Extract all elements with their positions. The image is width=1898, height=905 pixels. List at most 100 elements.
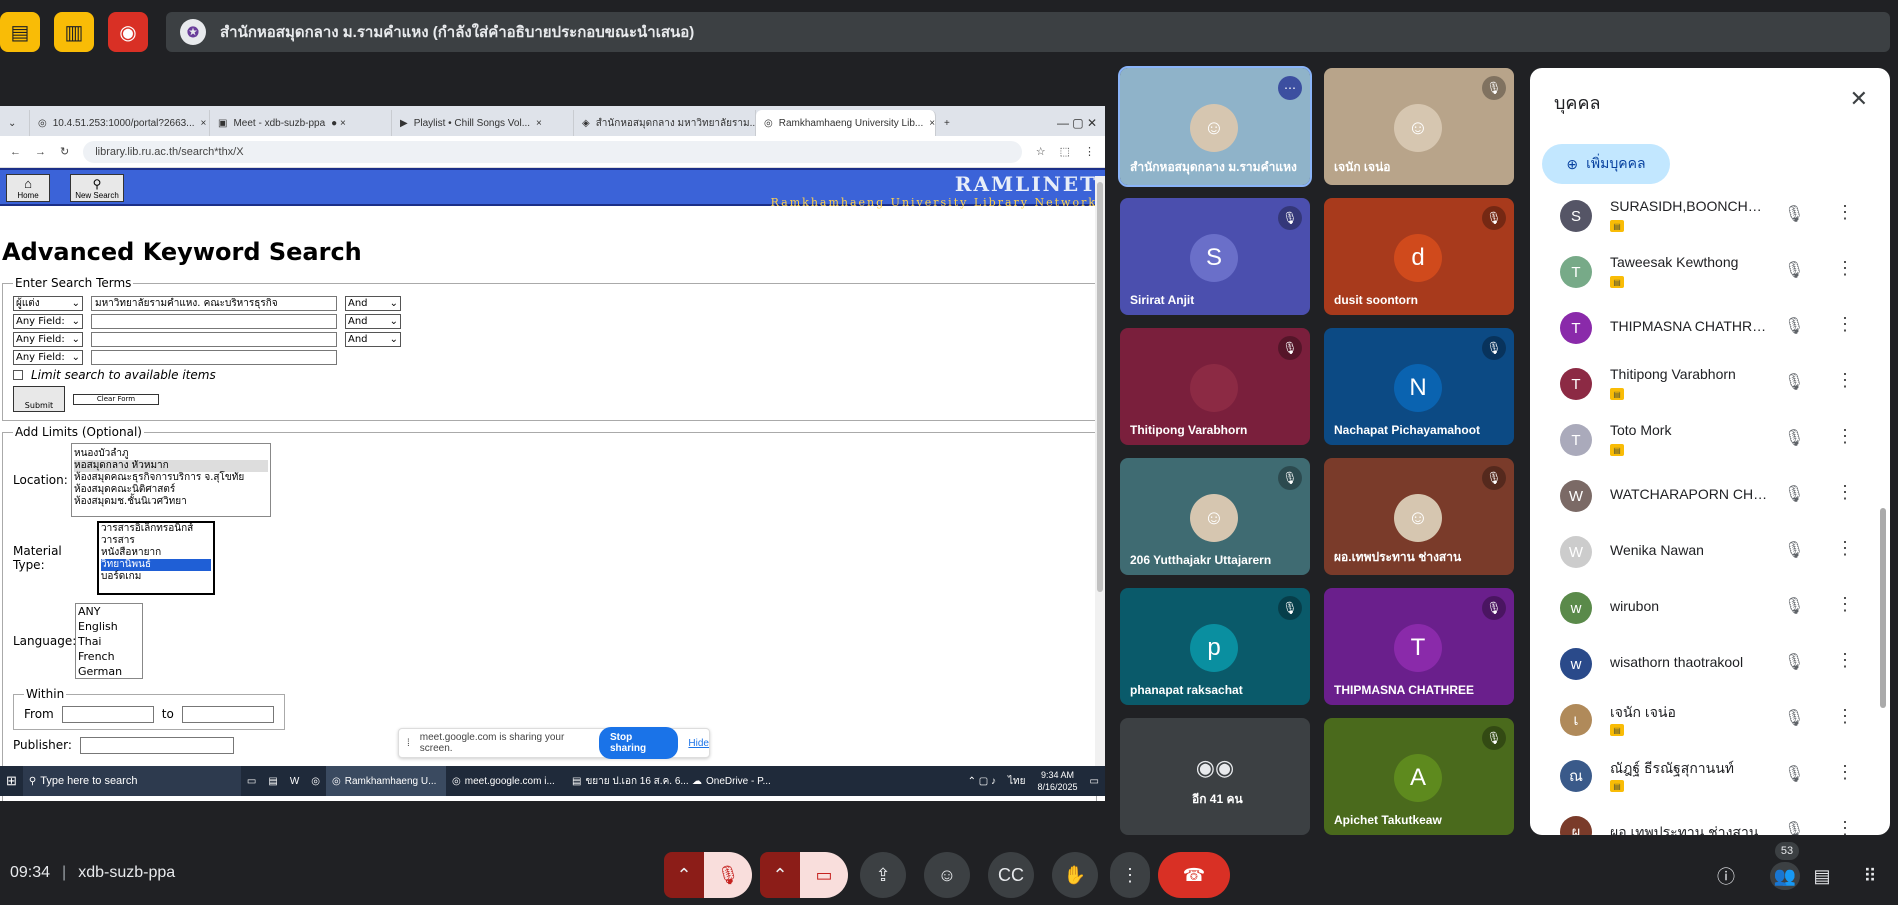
window-controls[interactable]: — ▢ ✕ [1049,110,1105,136]
mic-muted-icon[interactable]: 🎙 [1784,596,1804,616]
op-select-3[interactable]: And ⌄ [345,331,401,347]
participant-tile[interactable]: ☺ ⋯ สำนักหอสมุดกลาง ม.รามคำแหง [1118,66,1312,187]
participant-list-item[interactable]: ณ ณัฎฐ์ ธีรณัฐสุกานนท์ ▤ 🎙 ⋮ [1530,748,1875,804]
participant-list-item[interactable]: T Taweesak Kewthong ▤ 🎙 ⋮ [1530,244,1875,300]
raise-hand-icon[interactable]: ✋ [1052,852,1098,898]
participant-tile[interactable]: N 🎙 Nachapat Pichayamahoot [1324,328,1514,445]
bookmark-star-icon[interactable]: ☆ [1036,145,1046,158]
mic-muted-icon[interactable]: 🎙 [1784,484,1804,504]
input-language[interactable]: ไทย [1002,766,1031,796]
tab-list-icon[interactable]: ⌄ [0,110,30,136]
video-options-button[interactable]: ⌃ [760,852,800,898]
mic-muted-icon[interactable]: 🎙 [1784,652,1804,672]
word-icon[interactable]: W [284,766,305,796]
meeting-details-icon[interactable]: ⓘ [1712,862,1740,890]
op-select-1[interactable]: And ⌄ [345,295,401,311]
language-listbox[interactable]: ANY English Thai French German [75,603,143,679]
new-search-button[interactable]: ⚲ New Search [70,174,124,202]
op-select-2[interactable]: And ⌄ [345,313,401,329]
mic-muted-icon[interactable]: 🎙 [1784,316,1804,336]
taskbar-search[interactable]: ⚲ Type here to search [22,766,241,796]
participant-tile[interactable]: d 🎙 dusit soontorn [1324,198,1514,315]
field-select-3[interactable]: Any Field: ⌄ [13,331,83,347]
tab-meet[interactable]: ▣ Meet - xdb-suzb-ppa ● × [210,110,392,136]
mic-muted-icon[interactable]: 🎙 [1784,372,1804,392]
participant-list-item[interactable]: T Toto Mork ▤ 🎙 ⋮ [1530,412,1875,468]
new-tab-icon[interactable]: + [936,110,966,136]
more-options-icon[interactable]: ⋮ [1836,538,1854,559]
home-button[interactable]: ⌂ Home [6,174,50,202]
language-option[interactable]: French [78,649,140,664]
more-options-icon[interactable]: ⋮ [1836,594,1854,615]
tab-playlist[interactable]: ▶ Playlist • Chill Songs Vol... × [392,110,574,136]
mic-off-icon[interactable]: 🎙 [704,852,752,898]
location-option[interactable]: หอสมุดกลาง หัวหมาก [74,460,268,472]
participant-list-item[interactable]: T Thitipong Varabhorn ▤ 🎙 ⋮ [1530,356,1875,412]
language-option[interactable]: ANY [78,604,140,619]
more-options-icon[interactable]: ⋮ [1836,818,1854,835]
forward-icon[interactable]: → [35,146,46,158]
tab-ramkhamhaeng[interactable]: ◎ Ramkhamhaeng University Lib... × [756,110,936,136]
camera-off-icon[interactable]: ▭ [800,852,848,898]
field-select-4[interactable]: Any Field: ⌄ [13,349,83,365]
notifications-icon[interactable]: ▭ [1084,766,1105,796]
clear-form-button[interactable]: Clear Form [73,393,159,405]
more-options-icon[interactable]: ⋮ [1836,426,1854,447]
location-listbox[interactable]: หนองบัวลำภู หอสมุดกลาง หัวหมาก ห้องสมุดค… [71,443,271,517]
taskbar-item-onedrive[interactable]: ☁ OneDrive - P... [686,766,772,796]
more-options-icon[interactable]: ⋮ [1836,202,1854,223]
app-icon[interactable]: ▤ [262,766,283,796]
participant-tile[interactable]: S 🎙 Sirirat Anjit [1120,198,1310,315]
drag-handle-icon[interactable]: ⁞ [407,738,410,749]
tray-icons[interactable]: ⌃ ▢ ♪ [962,766,1002,796]
language-option[interactable]: German [78,664,140,678]
location-option[interactable]: หนองบัวลำภู [74,448,268,460]
more-options-icon[interactable]: ⋯ [1278,76,1302,100]
field-select-2[interactable]: Any Field: ⌄ [13,313,83,329]
recording-icon-button[interactable]: ◉ [108,12,148,52]
mic-muted-icon[interactable]: 🎙 [1784,764,1804,784]
close-icon[interactable]: ✕ [1850,86,1868,112]
participant-tile[interactable]: T 🎙 THIPMASNA CHATHREE [1324,588,1514,705]
more-options-icon[interactable]: ⋮ [1836,762,1854,783]
mic-muted-icon[interactable]: 🎙 [1784,428,1804,448]
participant-list-item[interactable]: S SURASIDH,BOONCHUN... ▤ 🎙 ⋮ [1530,192,1875,244]
reload-icon[interactable]: ↻ [60,145,69,158]
chat-icon[interactable]: ▤ [1808,862,1836,890]
material-option[interactable]: วารสาร [101,535,211,547]
participant-list-item[interactable]: W Wenika Nawan 🎙 ⋮ [1530,524,1875,580]
language-option[interactable]: English [78,619,140,634]
material-option[interactable]: หนังสือหายาก [101,547,211,559]
mic-muted-icon[interactable]: 🎙 [1784,260,1804,280]
menu-icon[interactable]: ⋮ [1084,145,1095,158]
participant-list-item[interactable]: W WATCHARAPORN CHO... 🎙 ⋮ [1530,468,1875,524]
more-options-icon[interactable]: ⋮ [1836,650,1854,671]
captions-icon[interactable]: CC [988,852,1034,898]
leave-call-icon[interactable]: ☎ [1158,852,1230,898]
hide-button[interactable]: Hide [688,738,709,749]
present-screen-icon[interactable]: ⇪ [860,852,906,898]
audio-options-button[interactable]: ⌃ [664,852,704,898]
term-input-1[interactable]: มหาวิทยาลัยรามคำแหง. คณะบริหารธุรกิจ [91,295,337,311]
language-option[interactable]: Thai [78,634,140,649]
url-field[interactable]: library.lib.ru.ac.th/search*thx/X [83,140,1022,163]
taskbar-clock[interactable]: 9:34 AM 8/16/2025 [1032,766,1084,796]
location-option[interactable]: ห้องสมุดคณะธุรกิจการบริการ จ.สุโขทัย [74,472,268,484]
participant-list-item[interactable]: ผ ผอ.เทพประทาน ช่างสาน 🎙 ⋮ [1530,804,1875,835]
material-option[interactable]: วารสารอิเล็กทรอนิกส์ [101,523,211,535]
term-input-2[interactable] [91,313,337,329]
participant-tile[interactable]: ☺ 🎙 206 Yutthajakr Uttajarern [1120,458,1310,575]
more-options-icon[interactable]: ⋮ [1836,706,1854,727]
emoji-icon[interactable]: ☺ [924,852,970,898]
mic-muted-icon[interactable]: 🎙 [1784,540,1804,560]
material-option[interactable]: วิทยานิพนธ์ [101,559,211,571]
mic-muted-icon[interactable]: 🎙 [1784,820,1804,835]
material-option[interactable]: บอร์ดเกม [101,571,211,583]
more-options-icon[interactable]: ⋮ [1836,482,1854,503]
participant-tile[interactable]: ☺ 🎙 เจนัก เจน่อ [1324,68,1514,185]
to-input[interactable] [181,705,274,723]
add-people-button[interactable]: ⊕ เพิ่มบุคคล [1542,144,1670,184]
mic-muted-icon[interactable]: 🎙 [1784,708,1804,728]
more-options-icon[interactable]: ⋮ [1836,258,1854,279]
presentation-icon-button[interactable]: ▤ [0,12,40,52]
